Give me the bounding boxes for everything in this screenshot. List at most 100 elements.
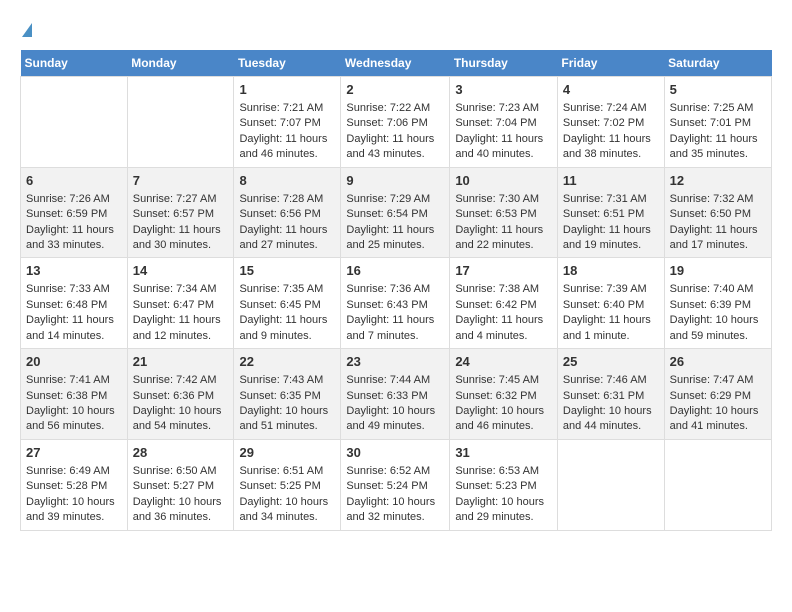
column-header-thursday: Thursday [450, 50, 558, 77]
day-info: Sunset: 6:31 PM [563, 389, 659, 404]
day-info: Daylight: 10 hours and 32 minutes. [346, 495, 444, 526]
day-info: Sunrise: 7:41 AM [26, 373, 122, 388]
day-info: Daylight: 11 hours and 38 minutes. [563, 132, 659, 163]
calendar-cell: 23Sunrise: 7:44 AMSunset: 6:33 PMDayligh… [341, 349, 450, 440]
day-info: Sunrise: 7:46 AM [563, 373, 659, 388]
calendar-cell: 14Sunrise: 7:34 AMSunset: 6:47 PMDayligh… [127, 258, 234, 349]
calendar-week-row: 6Sunrise: 7:26 AMSunset: 6:59 PMDaylight… [21, 167, 772, 258]
day-number: 22 [239, 353, 335, 371]
calendar-cell: 4Sunrise: 7:24 AMSunset: 7:02 PMDaylight… [557, 76, 664, 167]
day-info: Sunset: 6:50 PM [670, 207, 766, 222]
day-info: Daylight: 11 hours and 35 minutes. [670, 132, 766, 163]
calendar-header-row: SundayMondayTuesdayWednesdayThursdayFrid… [21, 50, 772, 77]
day-number: 16 [346, 262, 444, 280]
day-number: 8 [239, 172, 335, 190]
day-info: Sunrise: 6:53 AM [455, 464, 552, 479]
day-number: 12 [670, 172, 766, 190]
day-info: Sunrise: 7:22 AM [346, 101, 444, 116]
calendar-cell: 3Sunrise: 7:23 AMSunset: 7:04 PMDaylight… [450, 76, 558, 167]
calendar-cell [557, 439, 664, 530]
day-number: 13 [26, 262, 122, 280]
day-info: Sunset: 6:35 PM [239, 389, 335, 404]
day-info: Daylight: 11 hours and 7 minutes. [346, 313, 444, 344]
day-info: Sunrise: 7:39 AM [563, 282, 659, 297]
calendar-cell: 10Sunrise: 7:30 AMSunset: 6:53 PMDayligh… [450, 167, 558, 258]
day-info: Sunset: 6:42 PM [455, 298, 552, 313]
calendar-cell: 21Sunrise: 7:42 AMSunset: 6:36 PMDayligh… [127, 349, 234, 440]
day-number: 19 [670, 262, 766, 280]
day-info: Sunrise: 7:33 AM [26, 282, 122, 297]
day-info: Sunset: 7:02 PM [563, 116, 659, 131]
day-number: 10 [455, 172, 552, 190]
calendar-cell: 24Sunrise: 7:45 AMSunset: 6:32 PMDayligh… [450, 349, 558, 440]
day-info: Sunrise: 7:42 AM [133, 373, 229, 388]
day-number: 15 [239, 262, 335, 280]
day-info: Sunrise: 7:45 AM [455, 373, 552, 388]
day-info: Sunset: 7:04 PM [455, 116, 552, 131]
day-info: Daylight: 11 hours and 33 minutes. [26, 223, 122, 254]
calendar-cell [127, 76, 234, 167]
day-info: Sunset: 6:53 PM [455, 207, 552, 222]
day-info: Sunset: 7:06 PM [346, 116, 444, 131]
column-header-saturday: Saturday [664, 50, 771, 77]
day-info: Sunrise: 7:30 AM [455, 192, 552, 207]
day-info: Sunrise: 7:38 AM [455, 282, 552, 297]
day-info: Daylight: 10 hours and 44 minutes. [563, 404, 659, 435]
day-number: 14 [133, 262, 229, 280]
calendar-cell: 11Sunrise: 7:31 AMSunset: 6:51 PMDayligh… [557, 167, 664, 258]
day-info: Daylight: 11 hours and 19 minutes. [563, 223, 659, 254]
calendar-cell: 15Sunrise: 7:35 AMSunset: 6:45 PMDayligh… [234, 258, 341, 349]
calendar-cell [21, 76, 128, 167]
day-number: 26 [670, 353, 766, 371]
day-info: Sunset: 6:33 PM [346, 389, 444, 404]
day-info: Daylight: 11 hours and 46 minutes. [239, 132, 335, 163]
calendar-cell: 8Sunrise: 7:28 AMSunset: 6:56 PMDaylight… [234, 167, 341, 258]
day-info: Sunset: 5:24 PM [346, 479, 444, 494]
day-info: Sunset: 7:01 PM [670, 116, 766, 131]
day-info: Daylight: 11 hours and 43 minutes. [346, 132, 444, 163]
day-info: Daylight: 10 hours and 51 minutes. [239, 404, 335, 435]
day-number: 4 [563, 81, 659, 99]
day-number: 18 [563, 262, 659, 280]
calendar-week-row: 1Sunrise: 7:21 AMSunset: 7:07 PMDaylight… [21, 76, 772, 167]
calendar-cell: 27Sunrise: 6:49 AMSunset: 5:28 PMDayligh… [21, 439, 128, 530]
column-header-wednesday: Wednesday [341, 50, 450, 77]
calendar-cell: 31Sunrise: 6:53 AMSunset: 5:23 PMDayligh… [450, 439, 558, 530]
day-info: Daylight: 10 hours and 29 minutes. [455, 495, 552, 526]
day-number: 28 [133, 444, 229, 462]
calendar-cell: 18Sunrise: 7:39 AMSunset: 6:40 PMDayligh… [557, 258, 664, 349]
day-info: Daylight: 10 hours and 49 minutes. [346, 404, 444, 435]
day-info: Daylight: 10 hours and 59 minutes. [670, 313, 766, 344]
day-info: Sunrise: 6:49 AM [26, 464, 122, 479]
calendar-cell: 9Sunrise: 7:29 AMSunset: 6:54 PMDaylight… [341, 167, 450, 258]
day-info: Sunset: 6:57 PM [133, 207, 229, 222]
day-info: Sunset: 6:29 PM [670, 389, 766, 404]
calendar-cell: 7Sunrise: 7:27 AMSunset: 6:57 PMDaylight… [127, 167, 234, 258]
calendar-table: SundayMondayTuesdayWednesdayThursdayFrid… [20, 50, 772, 531]
day-info: Sunrise: 7:34 AM [133, 282, 229, 297]
day-number: 7 [133, 172, 229, 190]
day-info: Sunset: 6:38 PM [26, 389, 122, 404]
calendar-cell: 30Sunrise: 6:52 AMSunset: 5:24 PMDayligh… [341, 439, 450, 530]
logo-icon [22, 23, 32, 37]
day-number: 2 [346, 81, 444, 99]
calendar-cell [664, 439, 771, 530]
day-info: Sunrise: 7:23 AM [455, 101, 552, 116]
day-info: Sunset: 5:28 PM [26, 479, 122, 494]
day-info: Sunset: 6:47 PM [133, 298, 229, 313]
calendar-week-row: 20Sunrise: 7:41 AMSunset: 6:38 PMDayligh… [21, 349, 772, 440]
day-number: 3 [455, 81, 552, 99]
day-info: Sunset: 6:48 PM [26, 298, 122, 313]
calendar-cell: 1Sunrise: 7:21 AMSunset: 7:07 PMDaylight… [234, 76, 341, 167]
day-info: Daylight: 10 hours and 41 minutes. [670, 404, 766, 435]
day-info: Sunrise: 7:29 AM [346, 192, 444, 207]
day-info: Sunset: 6:40 PM [563, 298, 659, 313]
day-number: 21 [133, 353, 229, 371]
day-info: Daylight: 10 hours and 34 minutes. [239, 495, 335, 526]
calendar-cell: 6Sunrise: 7:26 AMSunset: 6:59 PMDaylight… [21, 167, 128, 258]
column-header-monday: Monday [127, 50, 234, 77]
day-info: Sunset: 6:45 PM [239, 298, 335, 313]
day-info: Sunset: 6:43 PM [346, 298, 444, 313]
day-number: 11 [563, 172, 659, 190]
calendar-cell: 12Sunrise: 7:32 AMSunset: 6:50 PMDayligh… [664, 167, 771, 258]
